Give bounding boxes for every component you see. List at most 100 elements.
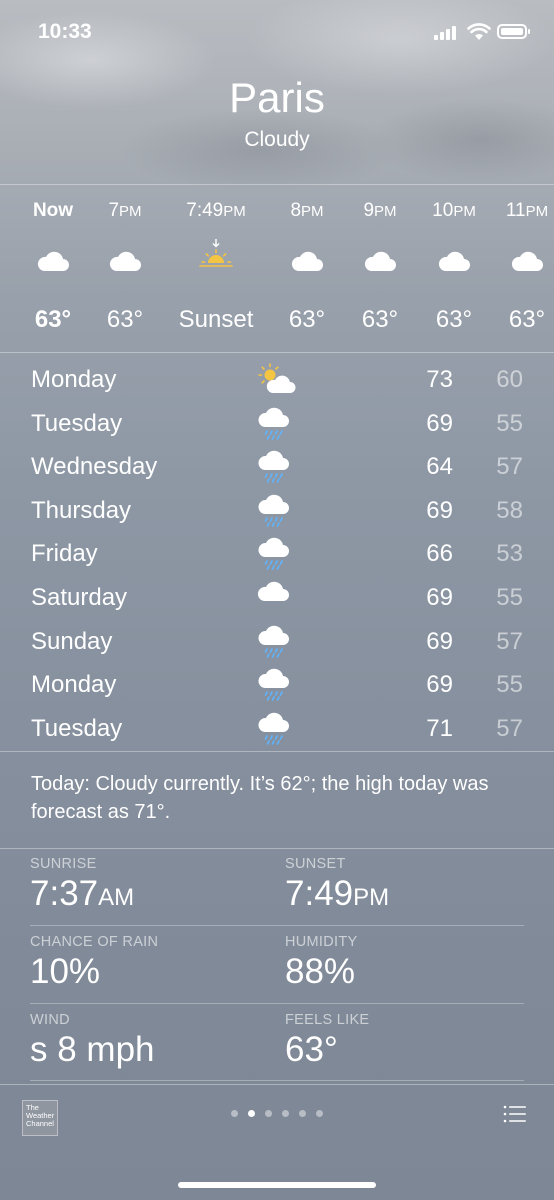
current-condition: Cloudy [244,128,310,151]
rain-cell: CHANCE OF RAIN 10% [30,934,270,992]
hour-temperature: Sunset [178,306,254,333]
day-name: Tuesday [31,714,123,742]
cloud-icon [80,250,170,272]
divider [30,1080,524,1081]
hourly-item: 7PM 63° [80,188,170,348]
weather-channel-logo[interactable]: The Weather Channel [22,1100,58,1136]
wifi-icon [467,23,491,40]
rain-cloud-icon [256,667,292,708]
high-temperature: 69 [426,627,453,655]
daily-row: Friday 66 53 [0,532,554,575]
rain-cloud-icon [256,536,292,577]
high-temperature: 69 [426,496,453,524]
cloud-icon [256,580,290,607]
daily-row: Wednesday 64 57 [0,445,554,488]
page-dot[interactable] [299,1110,306,1117]
sunrise-value: 7:37AM [30,874,135,913]
low-temperature: 57 [496,627,523,655]
day-name: Sunday [31,627,113,655]
hour-temperature: 63° [106,306,144,333]
partly-sunny-icon [256,362,296,401]
sunset-icon [171,238,261,272]
wind-value: s 8 mph [30,1030,155,1069]
feels-like-value: 63° [285,1030,338,1069]
divider [0,352,554,353]
day-name: Wednesday [31,453,158,481]
high-temperature: 64 [426,453,453,481]
high-temperature: 71 [426,714,453,742]
sunrise-cell: SUNRISE 7:37AM [30,856,270,914]
divider [0,751,554,752]
feels-like-cell: FEELS LIKE 63° [285,1012,525,1070]
daily-row: Tuesday 71 57 [0,707,554,750]
hour-temperature: 63° [508,306,546,333]
status-bar: 10:33 [0,0,554,66]
divider [30,1003,524,1004]
low-temperature: 55 [496,671,523,699]
page-indicator[interactable] [0,1110,554,1117]
day-name: Thursday [31,496,132,524]
wind-cell: WIND s 8 mph [30,1012,270,1070]
hourly-forecast[interactable]: Now 63° 7PM 63° 7:49PM Sunset 8PM 63° 9PM 63° 10PM… [0,188,554,350]
low-temperature: 57 [496,453,523,481]
battery-icon [497,24,530,39]
feels-like-label: FEELS LIKE [285,1012,370,1028]
daily-row: Thursday 69 58 [0,489,554,532]
sunset-cell: SUNSET 7:49PM [285,856,525,914]
low-temperature: 53 [496,540,523,568]
humidity-label: HUMIDITY [285,934,358,950]
rain-cloud-icon [256,711,292,752]
rain-cloud-icon [256,493,292,534]
humidity-cell: HUMIDITY 88% [285,934,525,992]
day-name: Friday [31,540,98,568]
high-temperature: 69 [426,671,453,699]
list-icon[interactable] [503,1104,527,1124]
city-name: Paris [229,74,325,121]
daily-row: Monday 69 55 [0,663,554,706]
hour-label: 11PM [505,200,549,221]
today-summary: Today: Cloudy currently. It’s 62°; the h… [31,773,489,823]
divider [0,1084,554,1085]
low-temperature: 58 [496,496,523,524]
high-temperature: 69 [426,409,453,437]
low-temperature: 55 [496,584,523,611]
footer-bar: The Weather Channel [0,1084,554,1200]
rain-value: 10% [30,952,101,991]
rain-cloud-icon [256,624,292,665]
page-dot[interactable] [265,1110,272,1117]
hour-label: 7PM [108,200,142,221]
hourly-item: 7:49PM Sunset [171,188,261,348]
rain-cloud-icon [256,449,292,490]
cloud-icon [482,250,554,272]
daily-row: Sunday 69 57 [0,620,554,663]
low-temperature: 55 [496,409,523,437]
day-name: Monday [31,671,117,699]
status-time: 10:33 [38,20,92,43]
divider [0,184,554,185]
cellular-signal-icon [434,26,458,40]
home-indicator[interactable] [178,1182,376,1188]
daily-row: Saturday 69 55 [0,576,554,619]
daily-row: Monday 73 60 [0,358,554,401]
page-dot[interactable] [316,1110,323,1117]
rain-cloud-icon [256,406,292,447]
day-name: Saturday [31,584,128,611]
hourly-item: 11PM 63° [482,188,554,348]
page-dot[interactable] [231,1110,238,1117]
sunrise-label: SUNRISE [30,856,97,872]
day-name: Monday [31,366,117,393]
low-temperature: 57 [496,714,523,742]
page-dot[interactable] [282,1110,289,1117]
daily-row: Tuesday 69 55 [0,402,554,445]
divider [30,925,524,926]
day-name: Tuesday [31,409,123,437]
high-temperature: 69 [426,584,453,611]
page-dot[interactable] [248,1110,255,1117]
high-temperature: 66 [426,540,453,568]
sunset-label: SUNSET [285,856,346,872]
divider [0,848,554,849]
humidity-value: 88% [285,952,356,991]
high-temperature: 73 [426,366,453,393]
sunset-value: 7:49PM [285,874,390,913]
low-temperature: 60 [496,366,523,393]
